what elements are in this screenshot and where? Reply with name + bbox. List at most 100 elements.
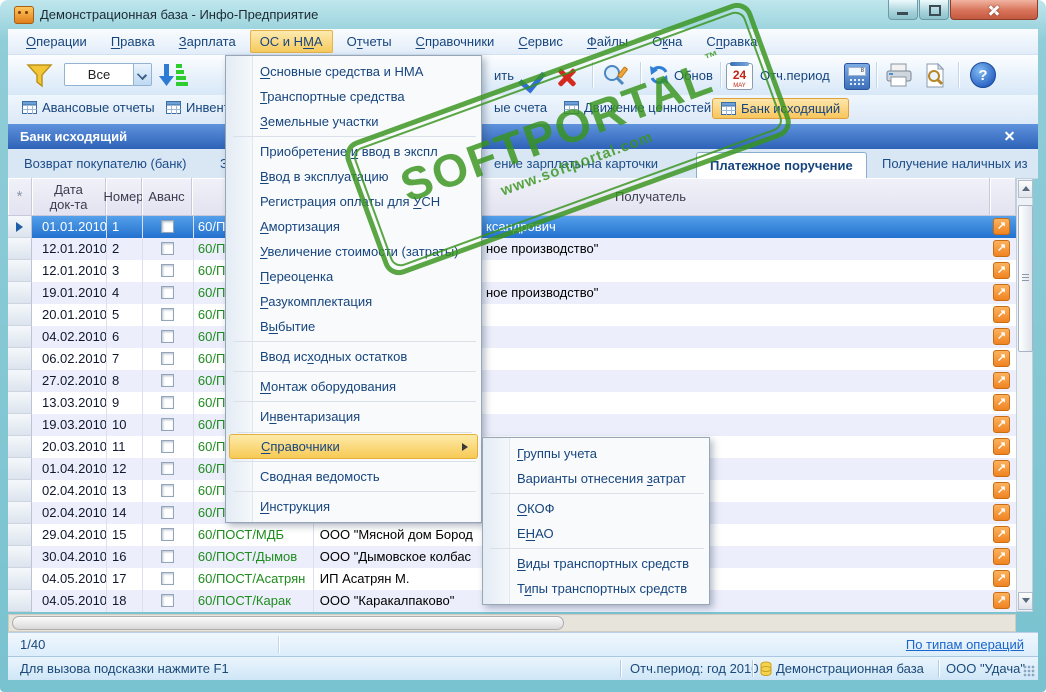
tab-schета-fragment[interactable]: ые счета <box>494 100 547 115</box>
row-marker-cell[interactable] <box>8 502 32 524</box>
open-document-button[interactable]: ↗ <box>993 306 1011 323</box>
resize-grip[interactable] <box>1023 665 1035 677</box>
open-document-button[interactable]: ↗ <box>993 504 1011 521</box>
table-row[interactable]: 19.01.2010 4 60/ПО ное производство" ↗ <box>8 282 1016 304</box>
menubar-item[interactable]: Операции <box>16 30 97 53</box>
menubar-item[interactable]: Отчеты <box>337 30 402 53</box>
close-button[interactable] <box>950 0 1038 20</box>
filter-dropdown[interactable]: Все <box>64 63 152 86</box>
menubar-item[interactable]: Зарплата <box>169 30 246 53</box>
menubar-item[interactable]: Справка <box>696 30 767 53</box>
refresh-icon[interactable] <box>648 64 670 86</box>
scroll-up-button[interactable] <box>1018 180 1033 198</box>
subtab-platezhnoe-poruchenie[interactable]: Платежное поручение <box>696 152 867 178</box>
chevron-down-icon[interactable] <box>133 64 151 85</box>
row-marker-cell[interactable] <box>8 458 32 480</box>
vertical-scroll-thumb[interactable] <box>1018 205 1033 352</box>
submenu-item[interactable]: ЕНАО <box>483 521 709 546</box>
row-marker-cell[interactable] <box>8 370 32 392</box>
tab-avansovye-otchety[interactable]: Авансовые отчеты <box>22 100 155 115</box>
menubar-item[interactable]: Сервис <box>508 30 573 53</box>
menubar-item[interactable]: Правка <box>101 30 165 53</box>
submenu-item[interactable]: ОКОФ <box>483 493 709 521</box>
tab-bank-iskhodyashchiy[interactable]: Банк исходящий <box>712 98 850 119</box>
open-document-button[interactable]: ↗ <box>993 240 1011 257</box>
menu-item[interactable]: Увеличение стоимости (затраты) <box>226 239 481 264</box>
advance-checkbox[interactable] <box>161 484 175 497</box>
open-document-button[interactable]: ↗ <box>993 262 1011 279</box>
open-document-button[interactable]: ↗ <box>993 394 1011 411</box>
submenu-item[interactable]: Группы учета <box>483 441 709 466</box>
row-marker-cell[interactable] <box>8 392 32 414</box>
row-marker-cell[interactable] <box>8 436 32 458</box>
open-document-button[interactable]: ↗ <box>993 218 1011 235</box>
row-marker-cell[interactable] <box>8 326 32 348</box>
table-row[interactable]: 12.01.2010 2 60/ПО ное производство" ↗ <box>8 238 1016 260</box>
help-icon[interactable]: ? <box>970 62 996 88</box>
menu-item[interactable]: Сводная ведомость <box>226 461 481 489</box>
sort-icon[interactable] <box>158 62 188 89</box>
advance-checkbox[interactable] <box>161 330 175 343</box>
menu-item[interactable]: Земельные участки <box>226 109 481 134</box>
menubar-item[interactable]: Окна <box>642 30 692 53</box>
menu-item[interactable]: Выбытие <box>226 314 481 339</box>
advance-checkbox[interactable] <box>161 220 175 233</box>
open-document-button[interactable]: ↗ <box>993 460 1011 477</box>
advance-checkbox[interactable] <box>161 506 175 519</box>
menu-item[interactable]: Амортизация <box>226 214 481 239</box>
row-marker-cell[interactable] <box>8 238 32 260</box>
search-edit-icon[interactable] <box>600 62 630 89</box>
menu-item[interactable]: Регистрация оплаты для УСН <box>226 189 481 214</box>
open-document-button[interactable]: ↗ <box>993 570 1011 587</box>
row-marker-cell[interactable] <box>8 568 32 590</box>
advance-checkbox[interactable] <box>161 264 175 277</box>
row-marker-cell[interactable] <box>8 414 32 436</box>
advance-checkbox[interactable] <box>161 440 175 453</box>
print-icon[interactable] <box>884 62 914 89</box>
submenu-item[interactable]: Типы транспортных средств <box>483 576 709 601</box>
menu-item[interactable]: Справочники <box>229 432 478 459</box>
column-header-number[interactable]: Номер <box>104 178 144 216</box>
horizontal-scrollbar[interactable] <box>8 614 1016 632</box>
advance-checkbox[interactable] <box>161 572 175 585</box>
open-document-button[interactable]: ↗ <box>993 372 1011 389</box>
maximize-button[interactable] <box>919 0 949 20</box>
column-header-date[interactable]: Дата док-та <box>32 178 106 216</box>
advance-checkbox[interactable] <box>161 462 175 475</box>
open-document-button[interactable]: ↗ <box>993 328 1011 345</box>
open-document-button[interactable]: ↗ <box>993 284 1011 301</box>
advance-checkbox[interactable] <box>161 418 175 431</box>
menubar-item[interactable]: Справочники <box>406 30 505 53</box>
advance-checkbox[interactable] <box>161 594 175 607</box>
row-marker-cell[interactable] <box>8 260 32 282</box>
report-period-calendar-icon[interactable]: 24 MAY <box>726 62 753 90</box>
table-row[interactable]: 04.02.2010 6 60/ПО ↗ <box>8 326 1016 348</box>
table-row[interactable]: 20.01.2010 5 60/ПО ↗ <box>8 304 1016 326</box>
menu-item[interactable]: Ввод исходных остатков <box>226 341 481 369</box>
confirm-check-icon[interactable] <box>518 64 546 94</box>
row-marker-cell[interactable] <box>8 524 32 546</box>
advance-checkbox[interactable] <box>161 374 175 387</box>
menu-item[interactable]: Приобретение и ввод в экспл <box>226 136 481 164</box>
advance-checkbox[interactable] <box>161 286 175 299</box>
column-header-advance[interactable]: Аванс <box>142 178 192 216</box>
filter-icon[interactable] <box>24 63 54 89</box>
row-marker-cell[interactable] <box>8 304 32 326</box>
apply-button-label-fragment[interactable]: ить <box>494 68 514 83</box>
advance-checkbox[interactable] <box>161 396 175 409</box>
vertical-scrollbar[interactable] <box>1016 178 1033 612</box>
row-marker-cell[interactable] <box>8 216 32 238</box>
open-document-button[interactable]: ↗ <box>993 526 1011 543</box>
menu-item[interactable]: Инструкция <box>226 491 481 519</box>
submenu-item[interactable]: Виды транспортных средств <box>483 548 709 576</box>
advance-checkbox[interactable] <box>161 528 175 541</box>
table-row[interactable]: 06.02.2010 7 60/ПО ↗ <box>8 348 1016 370</box>
row-marker-cell[interactable] <box>8 282 32 304</box>
row-marker-cell[interactable] <box>8 480 32 502</box>
menu-item[interactable]: Транспортные средства <box>226 84 481 109</box>
refresh-label[interactable]: Обнов <box>674 68 713 83</box>
subtab-vozvrat-pokupatelyu[interactable]: Возврат покупателю (банк) <box>24 156 186 171</box>
cancel-x-icon[interactable] <box>556 66 578 88</box>
tab-inventarizatsiya[interactable]: Инвент <box>166 100 230 115</box>
panel-close-icon[interactable] <box>1003 130 1016 143</box>
